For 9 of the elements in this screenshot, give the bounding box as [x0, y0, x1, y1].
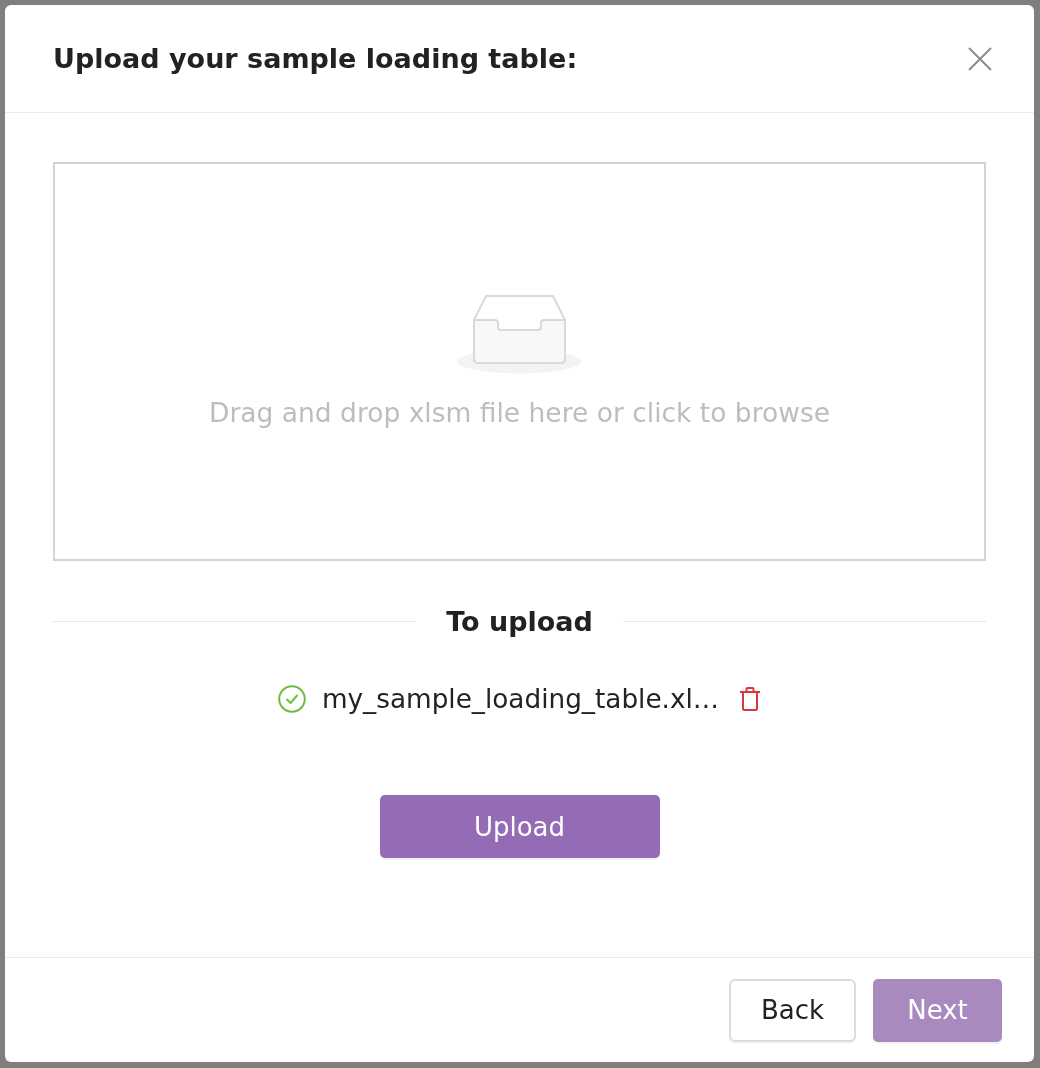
- upload-button[interactable]: Upload: [379, 795, 660, 858]
- dialog-title: Upload your sample loading table:: [53, 43, 578, 74]
- file-name: my_sample_loading_table.xl…: [321, 684, 720, 714]
- back-button[interactable]: Back: [729, 978, 856, 1042]
- close-icon[interactable]: [968, 46, 992, 71]
- dropzone-hint: Drag and drop xlsm file here or click to browse: [209, 395, 830, 430]
- trash-icon[interactable]: [739, 687, 762, 711]
- inbox-icon: [455, 293, 584, 374]
- section-heading: To upload: [445, 605, 594, 637]
